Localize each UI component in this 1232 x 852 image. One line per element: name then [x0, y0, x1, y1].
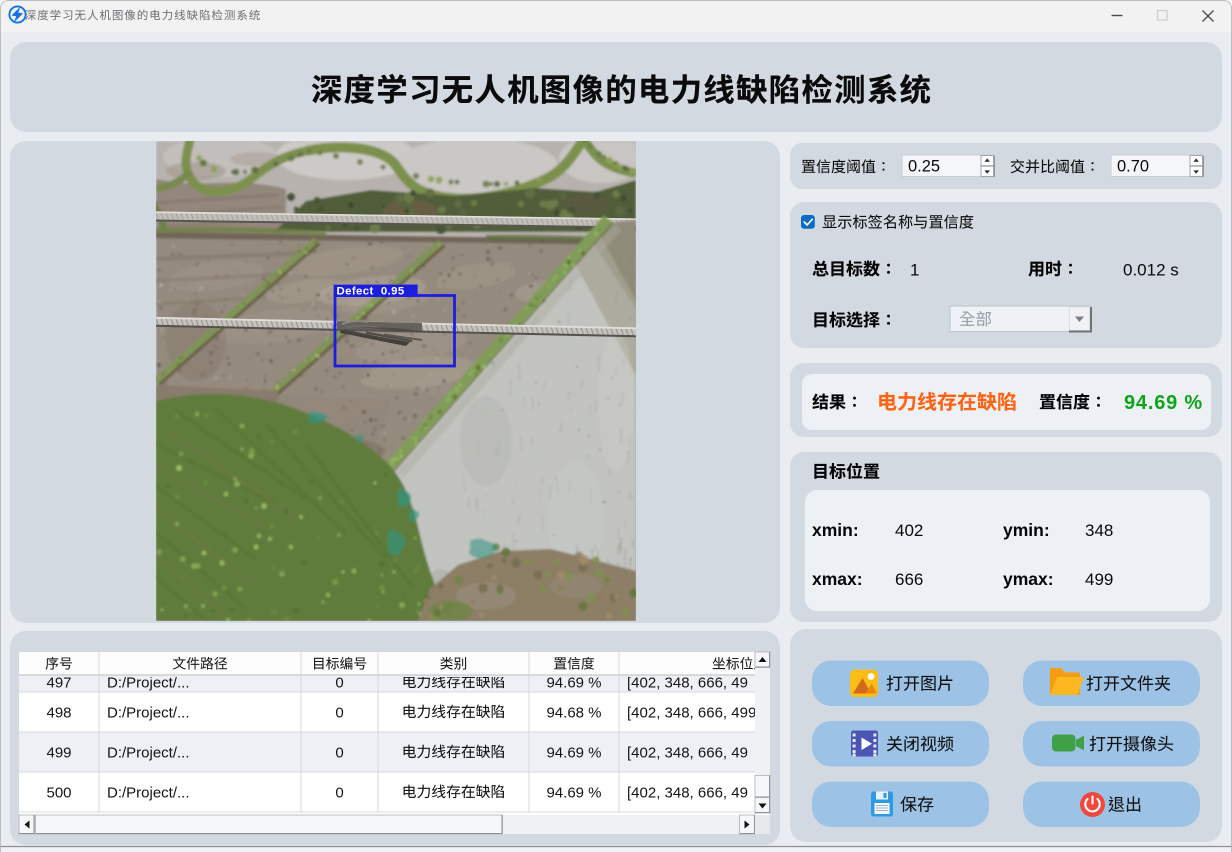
svg-text:ymin:: ymin:: [1003, 520, 1050, 540]
svg-text:D:/Project/...: D:/Project/...: [107, 675, 190, 692]
svg-text:0: 0: [335, 745, 343, 762]
svg-text:[402, 348, 666, 49: [402, 348, 666, 49: [627, 745, 748, 762]
svg-text:0.70: 0.70: [1117, 158, 1149, 176]
svg-text:D:/Project/...: D:/Project/...: [107, 745, 190, 762]
svg-text:ymax:: ymax:: [1003, 569, 1054, 589]
svg-text:348: 348: [1085, 521, 1113, 540]
svg-text:500: 500: [46, 785, 71, 802]
svg-text:402: 402: [895, 521, 923, 540]
svg-text:94.69 %: 94.69 %: [546, 785, 601, 802]
svg-text:94.69 %: 94.69 %: [546, 745, 601, 762]
svg-text:94.68 %: 94.68 %: [546, 705, 601, 722]
svg-text:499: 499: [46, 745, 71, 762]
svg-text:498: 498: [46, 705, 71, 722]
svg-text:Defect 0.95: Defect 0.95: [337, 286, 405, 298]
svg-text:xmin:: xmin:: [812, 520, 859, 540]
svg-text:0.012 s: 0.012 s: [1123, 261, 1179, 280]
svg-text:0.25: 0.25: [908, 158, 940, 176]
svg-text:497: 497: [46, 675, 71, 692]
svg-text:[402, 348, 666, 49: [402, 348, 666, 49: [627, 785, 748, 802]
svg-text:94.69 %: 94.69 %: [546, 675, 601, 692]
svg-text:0: 0: [335, 785, 343, 802]
svg-text:[402, 348, 666, 499: [402, 348, 666, 499: [627, 705, 756, 722]
svg-text:94.69 %: 94.69 %: [1124, 392, 1203, 414]
svg-text:D:/Project/...: D:/Project/...: [107, 785, 190, 802]
svg-text:1: 1: [910, 261, 919, 280]
svg-text:666: 666: [895, 570, 923, 589]
svg-text:0: 0: [335, 705, 343, 722]
svg-text:[402, 348, 666, 49: [402, 348, 666, 49: [627, 675, 748, 692]
svg-text:0: 0: [335, 675, 343, 692]
svg-text:D:/Project/...: D:/Project/...: [107, 705, 190, 722]
svg-text:499: 499: [1085, 570, 1113, 589]
svg-text:xmax:: xmax:: [812, 569, 863, 589]
